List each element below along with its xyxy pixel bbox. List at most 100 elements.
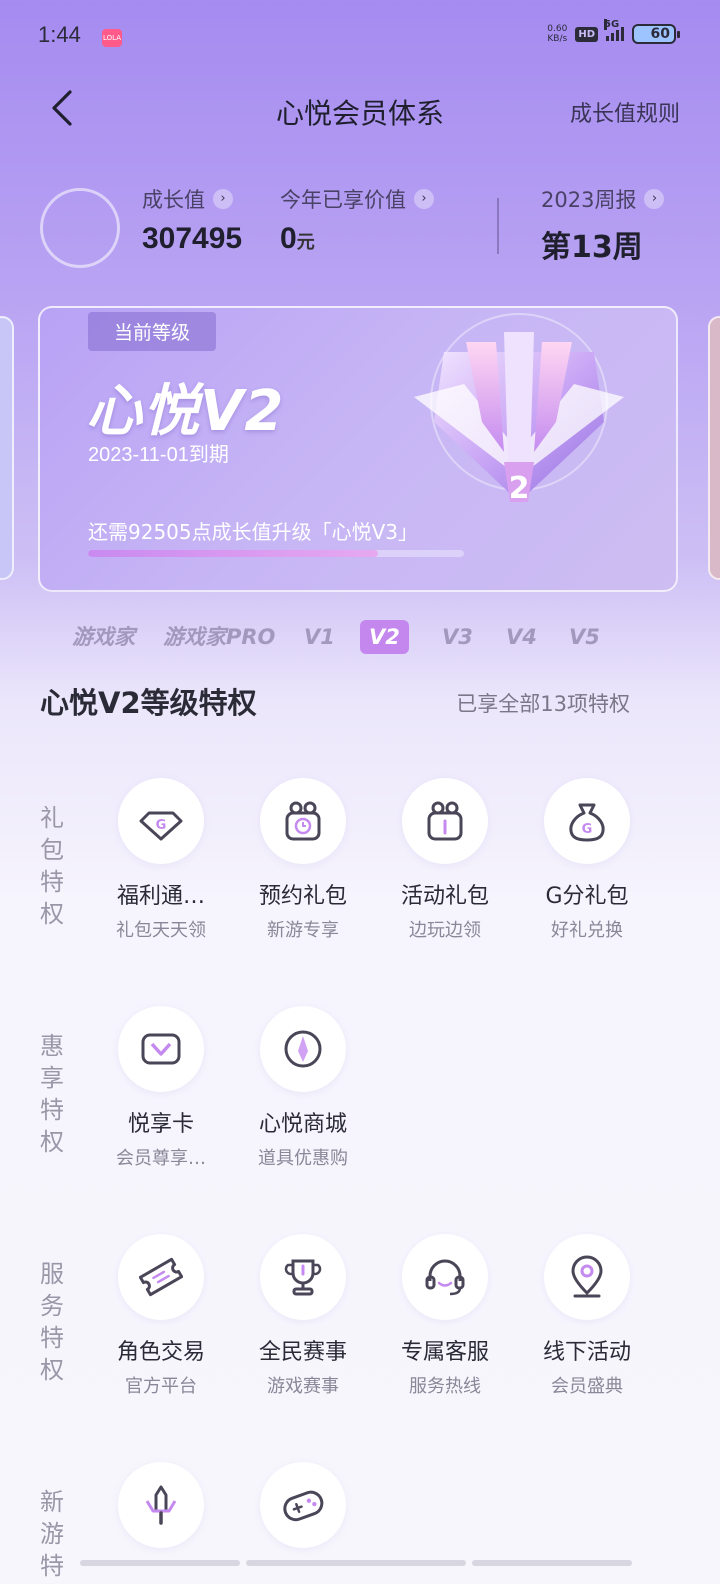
gift-clock-icon	[260, 778, 346, 864]
group-label-char: 游	[40, 1520, 64, 1548]
growth-stat[interactable]: 成长值 › 307495	[142, 184, 242, 256]
level-tab-6[interactable]: V5	[569, 620, 600, 654]
network-speed: 0.60 KB/s	[547, 24, 568, 44]
divider	[497, 198, 499, 254]
diamond-g-icon: G	[118, 778, 204, 864]
chevron-right-icon: ›	[644, 189, 665, 209]
group-label-char: 务	[40, 1292, 64, 1320]
app-notification-icon: LOLA	[102, 29, 122, 47]
group-label-char: 特	[40, 1552, 64, 1580]
group-label: 服务特权	[38, 1258, 66, 1386]
privilege-desc: 会员尊享…	[116, 1148, 206, 1169]
privilege-item[interactable]: 活动礼包 边玩边领	[380, 778, 510, 942]
enjoyed-unit: 元	[296, 232, 315, 253]
group-label-char: 特	[40, 1096, 64, 1124]
privilege-name: 角色交易	[116, 1340, 205, 1365]
privilege-desc: 边玩边领	[409, 920, 481, 941]
privilege-item[interactable]: G 福利通… 礼包天天领	[96, 778, 226, 942]
group-label-char: 服	[40, 1260, 64, 1288]
gift-box-icon	[402, 778, 488, 864]
battery-icon: 60	[632, 24, 680, 44]
weekly-report-stat[interactable]: 2023周报 › 第13周	[541, 184, 665, 266]
privilege-item[interactable]: 角色交易 官方平台	[96, 1234, 226, 1398]
growth-label: 成长值	[142, 188, 205, 212]
status-indicators: 0.60 KB/s HD 5G 60	[547, 19, 680, 44]
level-tab-1[interactable]: 游戏家PRO	[163, 620, 275, 654]
level-tab-2[interactable]: V1	[304, 620, 335, 654]
group-label: 新游特	[38, 1486, 66, 1582]
headset-icon	[402, 1234, 488, 1320]
privilege-desc: 会员盛典	[551, 1376, 623, 1397]
gamepad-icon	[260, 1462, 346, 1548]
vip-badge-icon: 2	[414, 313, 624, 506]
avatar[interactable]	[40, 188, 120, 268]
privilege-item[interactable]: 线下活动 会员盛典	[522, 1234, 652, 1398]
privilege-item[interactable]: 预约礼包 新游专享	[238, 778, 368, 942]
group-label-char: 权	[40, 900, 64, 928]
privilege-desc: 道具优惠购	[258, 1148, 348, 1169]
prev-level-card[interactable]	[0, 316, 14, 580]
privilege-name: 专属客服	[400, 1340, 489, 1365]
privilege-name: 活动礼包	[400, 884, 489, 909]
level-name: 心悦V2	[86, 379, 285, 444]
scroll-indicator	[246, 1560, 466, 1566]
level-tabs: 游戏家 游戏家PRO V1 V2 V3 V4 V5	[0, 620, 720, 656]
enjoyed-value: 0	[280, 222, 297, 255]
group-label-char: 权	[40, 1356, 64, 1384]
signal-icon: 5G	[604, 19, 624, 41]
privilege-item[interactable]: 专属客服 服务热线	[380, 1234, 510, 1398]
privilege-item[interactable]	[238, 1462, 368, 1548]
current-level-tag: 当前等级	[88, 312, 217, 351]
growth-rules-link[interactable]: 成长值规则	[570, 96, 680, 128]
svg-text:2: 2	[509, 471, 530, 506]
privilege-desc: 新游专享	[267, 920, 339, 941]
progress-fill	[88, 550, 378, 557]
privilege-item[interactable]: 悦享卡会员尊享…	[96, 1006, 226, 1170]
enjoyed-value-stat[interactable]: 今年已享价值 › 0元	[280, 184, 434, 256]
privilege-item[interactable]	[96, 1462, 226, 1548]
privilege-name: 悦享卡	[127, 1112, 194, 1137]
privilege-name: 心悦商城	[258, 1112, 347, 1137]
expiry-date: 2023-11-01到期	[88, 444, 229, 466]
privilege-count: 已享全部13项特权	[456, 692, 630, 716]
group-label-char: 权	[40, 1128, 64, 1156]
privilege-item[interactable]: 全民赛事 游戏赛事	[238, 1234, 368, 1398]
svg-text:G: G	[582, 822, 593, 837]
privilege-item[interactable]: 心悦商城 道具优惠购	[238, 1006, 368, 1170]
level-tab-5[interactable]: V4	[506, 620, 537, 654]
group-label: 惠享特权	[38, 1030, 66, 1158]
scroll-indicator	[472, 1560, 632, 1566]
privilege-name: 线下活动	[542, 1340, 631, 1365]
level-tab-3[interactable]: V2	[360, 620, 409, 654]
privilege-name: 全民赛事	[258, 1340, 347, 1365]
level-tab-4[interactable]: V3	[442, 620, 473, 654]
compass-icon	[260, 1006, 346, 1092]
growth-value: 307495	[142, 222, 243, 255]
chevron-right-icon: ›	[414, 189, 434, 209]
privilege-desc: 游戏赛事	[267, 1376, 339, 1397]
privilege-name: 预约礼包	[258, 884, 347, 909]
next-level-card[interactable]	[708, 316, 720, 580]
level-tab-0[interactable]: 游戏家	[72, 620, 135, 654]
weekly-label: 2023周报	[541, 188, 637, 212]
chevron-right-icon: ›	[213, 189, 233, 209]
privilege-desc: 官方平台	[125, 1376, 197, 1397]
privilege-name: 福利通…	[116, 884, 205, 909]
money-bag-icon: G	[544, 778, 630, 864]
current-level-card[interactable]: 当前等级 心悦V2 2023-11-01到期 还需92505点成长值升级「心悦V…	[38, 306, 678, 592]
group-label-char: 礼	[40, 804, 64, 832]
trophy-icon	[260, 1234, 346, 1320]
growth-progress-bar	[88, 550, 464, 557]
group-label-char: 特	[40, 868, 64, 896]
group-label-char: 新	[40, 1488, 64, 1516]
group-label-char: 惠	[40, 1032, 64, 1060]
privilege-item[interactable]: G G分礼包 好礼兑换	[522, 778, 652, 942]
group-label-char: 包	[40, 836, 64, 864]
v-card-icon	[118, 1006, 204, 1092]
hd-icon: HD	[575, 26, 598, 42]
svg-text:G: G	[156, 818, 167, 833]
privilege-desc: 服务热线	[409, 1376, 481, 1397]
privilege-desc: 好礼兑换	[551, 920, 623, 941]
privilege-section-title: 心悦V2等级特权	[40, 686, 257, 720]
upgrade-hint: 还需92505点成长值升级「心悦V3」	[88, 520, 419, 544]
